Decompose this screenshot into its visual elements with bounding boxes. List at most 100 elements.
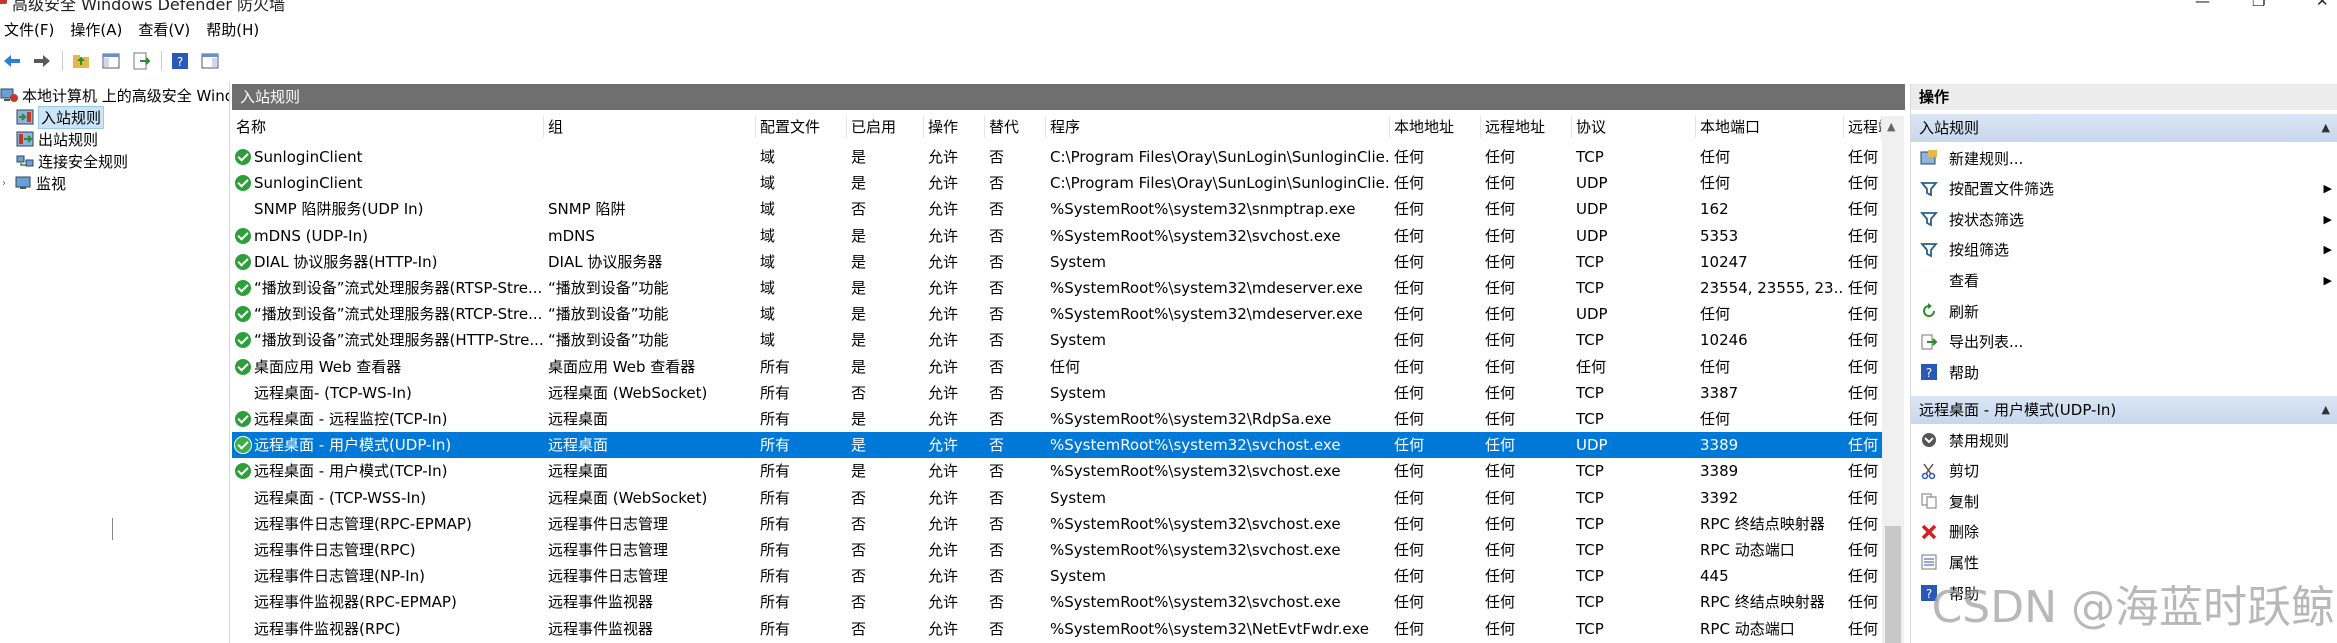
- column-header-remote-port[interactable]: 远程端: [1844, 116, 1882, 138]
- actions-panel: 操作 入站规则 ▲ 新建规则... 按配置文件筛选 ▶ 按状态筛选 ▶ 按组筛选 ▶ 查看 ▶ 刷…: [1910, 84, 2337, 643]
- action-filter[interactable]: 按状态筛选 ▶: [1911, 204, 2337, 234]
- filter-icon: [1919, 179, 1939, 199]
- cell-remote-port: 任何: [1848, 489, 1879, 507]
- menu-file[interactable]: 文件(F): [0, 18, 58, 42]
- menu-view[interactable]: 查看(V): [134, 18, 194, 42]
- table-row[interactable]: 远程事件日志管理(RPC-EPMAP) 远程事件日志管理 所有 否 允许 否 %System…: [232, 511, 1882, 537]
- scroll-up-icon[interactable]: ▲: [1887, 120, 1895, 133]
- table-row[interactable]: SunloginClient 域 是 允许 否 C:\Program Files\Oray…: [232, 170, 1882, 196]
- action-disable[interactable]: 禁用规则: [1911, 425, 2337, 455]
- action-view[interactable]: 查看 ▶: [1911, 265, 2337, 295]
- table-row[interactable]: 远程事件日志管理(NP-In) 远程事件日志管理 所有 否 允许 否 System 任何 任何 T…: [232, 563, 1882, 589]
- maximize-icon[interactable]: ❐: [2252, 0, 2265, 10]
- table-row[interactable]: SunloginClient 域 是 允许 否 C:\Program Files\Oray…: [232, 144, 1882, 170]
- back-arrow-icon[interactable]: [0, 49, 24, 73]
- copy-icon: [1919, 491, 1939, 511]
- table-row[interactable]: “播放到设备”流式处理服务器(RTSP-Stre... “播放到设备”功能 域 是 允许…: [232, 275, 1882, 301]
- actions-section-selected-rule[interactable]: 远程桌面 - 用户模式(UDP-In) ▲: [1911, 396, 2337, 424]
- table-row[interactable]: 远程桌面- (TCP-WS-In) 远程桌面 (WebSocket) 所有 否 允许 否 S…: [232, 380, 1882, 406]
- action-export[interactable]: 导出列表...: [1911, 327, 2337, 357]
- table-row[interactable]: 远程事件监视器(RPC-EPMAP) 远程事件监视器 所有 否 允许 否 %SystemRo…: [232, 589, 1882, 615]
- menu-action[interactable]: 操作(A): [66, 18, 126, 42]
- cell-profile: 域: [760, 174, 776, 192]
- collapse-up-icon[interactable]: ▲: [2322, 114, 2330, 142]
- column-header-protocol[interactable]: 协议: [1572, 116, 1696, 138]
- action-filter[interactable]: 按组筛选 ▶: [1911, 235, 2337, 265]
- cell-action: 允许: [928, 305, 959, 323]
- cell-program: %SystemRoot%\system32\mdeserver.exe: [1050, 305, 1363, 323]
- table-row[interactable]: 桌面应用 Web 查看器 桌面应用 Web 查看器 所有 是 允许 否 任何 任何 任何 任何 任何…: [232, 354, 1882, 380]
- table-row[interactable]: SNMP 陷阱服务(UDP In) SNMP 陷阱 域 否 允许 否 %SystemRoot…: [232, 196, 1882, 222]
- vertical-scrollbar[interactable]: ▲: [1882, 116, 1904, 643]
- action-refresh[interactable]: 刷新: [1911, 296, 2337, 326]
- column-header-enabled[interactable]: 已启用: [847, 116, 924, 138]
- cell-profile: 所有: [760, 436, 791, 454]
- column-header-program[interactable]: 程序: [1046, 116, 1390, 138]
- table-row[interactable]: 远程事件日志管理(RPC) 远程事件日志管理 所有 否 允许 否 %SystemRoot%\…: [232, 537, 1882, 563]
- export-list-icon[interactable]: [129, 49, 153, 73]
- action-help[interactable]: ? 帮助: [1911, 357, 2337, 387]
- table-row[interactable]: 远程事件监视器(RPC) 远程事件监视器 所有 否 允许 否 %SystemRoot%\sy…: [232, 616, 1882, 642]
- show-hide-tree-icon[interactable]: [99, 49, 123, 73]
- expand-chevron-icon[interactable]: ›: [2, 178, 12, 189]
- cell-override: 否: [989, 227, 1005, 245]
- tree-item-connection-security-rules[interactable]: 连接安全规则: [16, 150, 128, 172]
- column-header-group[interactable]: 组: [544, 116, 756, 138]
- table-row[interactable]: DIAL 协议服务器(HTTP-In) DIAL 协议服务器 域 是 允许 否 System…: [232, 249, 1882, 275]
- column-header-remote-address[interactable]: 远程地址: [1481, 116, 1572, 138]
- column-header-local-address[interactable]: 本地地址: [1390, 116, 1481, 138]
- cell-enabled: 是: [851, 253, 867, 271]
- action-pane-icon[interactable]: [198, 49, 222, 73]
- cell-group: DIAL 协议服务器: [548, 253, 663, 271]
- tree-item-outbound-rules[interactable]: 出站规则: [16, 128, 98, 150]
- menu-help[interactable]: 帮助(H): [202, 18, 263, 42]
- action-filter[interactable]: 按配置文件筛选 ▶: [1911, 174, 2337, 204]
- table-row[interactable]: “播放到设备”流式处理服务器(RTCP-Stre... “播放到设备”功能 域 是 允许…: [232, 301, 1882, 327]
- cell-remote-port: 任何: [1848, 384, 1879, 402]
- up-folder-icon[interactable]: [69, 49, 93, 73]
- tree-item-monitor[interactable]: › 监视: [2, 172, 66, 194]
- cell-remote-port: 任何: [1848, 436, 1879, 454]
- action-copy[interactable]: 复制: [1911, 486, 2337, 516]
- action-new-rule[interactable]: 新建规则...: [1911, 143, 2337, 173]
- table-row[interactable]: 远程桌面 - 远程监控(TCP-In) 远程桌面 所有 是 允许 否 %SystemRoot…: [232, 406, 1882, 432]
- toolbar: ?: [0, 46, 230, 76]
- cell-override: 否: [989, 593, 1005, 611]
- cell-protocol: TCP: [1576, 567, 1604, 585]
- cell-protocol: UDP: [1576, 174, 1608, 192]
- table-row[interactable]: 远程桌面 - 用户模式(TCP-In) 远程桌面 所有 是 允许 否 %SystemRoot…: [232, 458, 1882, 484]
- cell-override: 否: [989, 148, 1005, 166]
- collapse-up-icon[interactable]: ▲: [2322, 396, 2330, 424]
- cell-remote-port: 任何: [1848, 358, 1879, 376]
- action-delete[interactable]: 删除: [1911, 517, 2337, 547]
- table-row[interactable]: 远程桌面 - (TCP-WSS-In) 远程桌面 (WebSocket) 所有 否 允许…: [232, 485, 1882, 511]
- action-cut[interactable]: 剪切: [1911, 456, 2337, 486]
- cell-local-address: 任何: [1394, 436, 1425, 454]
- scrollbar-thumb[interactable]: [1885, 526, 1901, 643]
- close-icon[interactable]: ✕: [2316, 0, 2329, 10]
- firewall-app-icon: [0, 0, 7, 4]
- cell-protocol: UDP: [1576, 200, 1608, 218]
- cell-local-address: 任何: [1394, 462, 1425, 480]
- column-header-profile[interactable]: 配置文件: [756, 116, 847, 138]
- cell-action: 允许: [928, 384, 959, 402]
- column-header-name[interactable]: 名称: [232, 116, 544, 138]
- minimize-icon[interactable]: —: [2195, 0, 2210, 10]
- cell-group: SNMP 陷阱: [548, 200, 626, 218]
- table-row[interactable]: 远程桌面 - 用户模式(UDP-In) 远程桌面 所有 是 允许 否 %SystemRoot…: [232, 432, 1882, 458]
- tree-root[interactable]: 本地计算机 上的高级安全 Windows: [0, 84, 229, 106]
- help-icon[interactable]: ?: [168, 49, 192, 73]
- forward-arrow-icon[interactable]: [30, 49, 54, 73]
- tree-item-inbound-rules[interactable]: 入站规则: [16, 105, 105, 129]
- cell-program: C:\Program Files\Oray\SunLogin\SunloginC…: [1050, 174, 1390, 192]
- column-header-local-port[interactable]: 本地端口: [1696, 116, 1844, 138]
- cell-remote-address: 任何: [1485, 384, 1516, 402]
- column-header-override[interactable]: 替代: [985, 116, 1046, 138]
- section-title: 远程桌面 - 用户模式(UDP-In): [1919, 401, 2117, 419]
- column-header-action[interactable]: 操作: [924, 116, 985, 138]
- enabled-check-icon: [235, 437, 251, 453]
- toolbar-separator: [62, 51, 63, 71]
- table-row[interactable]: mDNS (UDP-In) mDNS 域 是 允许 否 %SystemRoot%\syste…: [232, 223, 1882, 249]
- actions-section-inbound-rules[interactable]: 入站规则 ▲: [1911, 114, 2337, 142]
- table-row[interactable]: “播放到设备”流式处理服务器(HTTP-Stre... “播放到设备”功能 域 是 允许…: [232, 327, 1882, 353]
